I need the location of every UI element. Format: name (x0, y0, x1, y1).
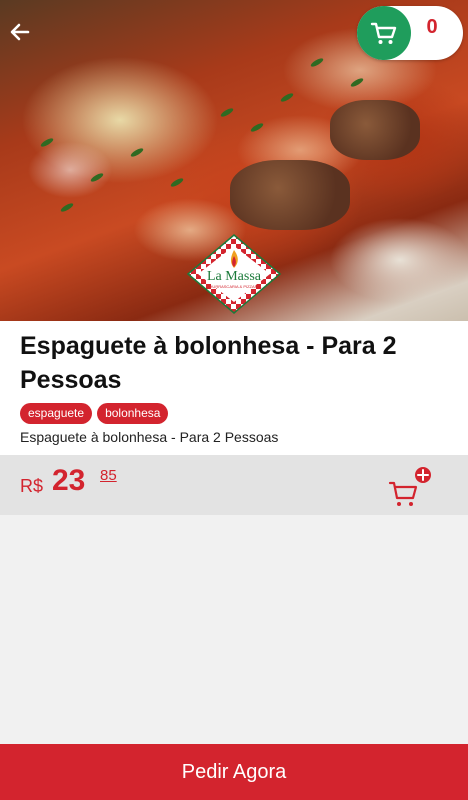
food-detail (249, 121, 265, 134)
product-info: Espaguete à bolonhesa - Para 2 Pessoas e… (0, 321, 468, 455)
add-to-cart-button[interactable] (388, 465, 432, 509)
product-image: 0 La Massa CHURRASCARIA & PIZZARIA (0, 0, 468, 321)
food-detail (330, 100, 420, 160)
shopping-cart-icon (370, 22, 397, 44)
tag-espaguete[interactable]: espaguete (20, 403, 93, 424)
food-detail (230, 160, 350, 230)
cart-plus-icon (388, 467, 431, 506)
product-description: Espaguete à bolonhesa - Para 2 Pessoas (20, 429, 279, 445)
cart-button[interactable]: 0 (357, 6, 463, 60)
price-integer: 23 (52, 464, 86, 497)
logo-name: La Massa (207, 269, 262, 284)
price-currency: R$ (20, 476, 44, 496)
food-detail (89, 171, 105, 184)
arrow-left-icon (10, 23, 30, 41)
tag-list: espaguete bolonhesa (20, 403, 169, 424)
cart-icon-circle (357, 6, 411, 60)
price-bar: R$ 23 85 (0, 455, 468, 515)
cart-count-badge: 0 (426, 16, 438, 38)
product-title: Espaguete à bolonhesa - Para 2 Pessoas (20, 332, 397, 394)
food-detail (279, 91, 295, 104)
logo-tagline: CHURRASCARIA & PIZZARIA (207, 284, 262, 289)
price-decimal: 85 (100, 467, 117, 484)
order-now-button[interactable]: Pedir Agora (0, 744, 468, 800)
food-detail (59, 201, 75, 214)
food-detail (309, 56, 325, 69)
restaurant-logo: La Massa CHURRASCARIA & PIZZARIA (186, 234, 282, 314)
food-detail (129, 146, 145, 159)
back-button[interactable] (6, 18, 34, 46)
food-detail (169, 176, 185, 189)
food-detail (219, 106, 235, 119)
food-detail (39, 136, 55, 149)
tag-bolonhesa[interactable]: bolonhesa (97, 403, 169, 424)
food-detail (349, 76, 365, 89)
